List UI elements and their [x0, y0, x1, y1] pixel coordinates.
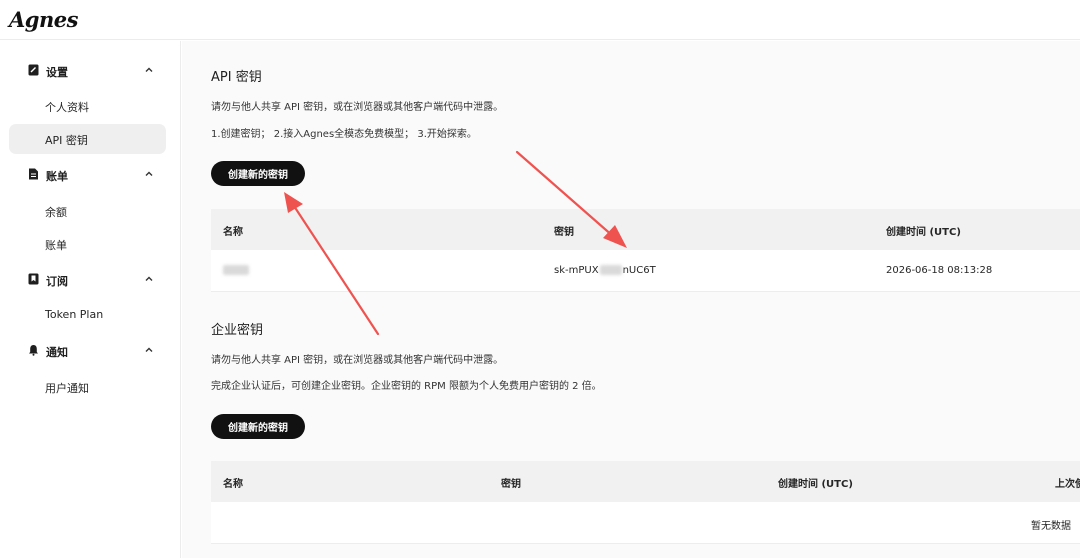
sidebar-group-billing[interactable]: 账单	[0, 165, 181, 185]
api-keys-table-header: 名称 密钥 创建时间 (UTC)	[211, 209, 1080, 250]
sidebar-item-user-notifications[interactable]: 用户通知	[9, 372, 166, 402]
key-prefix: sk-mPUX	[554, 265, 599, 276]
column-header-key: 密钥	[501, 479, 521, 490]
column-header-name: 名称	[223, 479, 243, 490]
api-keys-steps: 1.创建密钥； 2.接入Agnes全模态免费模型； 3.开始探索。	[211, 129, 477, 140]
sidebar-item-label: 个人资料	[45, 101, 89, 114]
sidebar-item-label: 用户通知	[45, 382, 89, 395]
bill-icon	[27, 168, 39, 180]
key-created-cell: 2026-06-18 08:13:28	[886, 265, 993, 276]
key-name-cell	[223, 265, 249, 276]
sidebar-group-label: 订阅	[46, 275, 68, 288]
redacted-key-middle	[599, 265, 622, 275]
sidebar-group-label: 账单	[46, 170, 68, 183]
api-keys-warning: 请勿与他人共享 API 密钥，或在浏览器或其他客户端代码中泄露。	[211, 102, 504, 113]
enterprise-keys-warning: 请勿与他人共享 API 密钥，或在浏览器或其他客户端代码中泄露。	[211, 355, 504, 366]
sidebar: 设置 个人资料 API 密钥 账单 余额 账单 订阅 Token Plan 通知…	[0, 41, 181, 558]
create-enterprise-key-button[interactable]: 创建新的密钥	[211, 414, 305, 439]
column-header-name: 名称	[223, 227, 243, 238]
empty-state-text: 暂无数据	[1031, 521, 1071, 532]
create-api-key-button[interactable]: 创建新的密钥	[211, 161, 305, 186]
sidebar-item-balance[interactable]: 余额	[9, 196, 166, 226]
key-value-cell: sk-mPUX nUC6T	[554, 265, 656, 276]
enterprise-keys-title: 企业密钥	[211, 323, 264, 338]
sidebar-item-token-plan[interactable]: Token Plan	[9, 300, 166, 330]
table-row[interactable]: sk-mPUX nUC6T 2026-06-18 08:13:28	[211, 250, 1080, 292]
enterprise-keys-table-header: 名称 密钥 创建时间 (UTC) 上次使	[211, 461, 1080, 502]
redacted-name	[223, 265, 249, 275]
sidebar-item-label: API 密钥	[45, 134, 88, 147]
sidebar-item-api-keys[interactable]: API 密钥	[9, 124, 166, 154]
bell-icon	[27, 344, 39, 356]
settings-doc-icon	[27, 64, 39, 76]
sidebar-item-label: 账单	[45, 239, 67, 252]
sidebar-item-bills[interactable]: 账单	[9, 229, 166, 259]
column-header-key: 密钥	[554, 227, 574, 238]
enterprise-keys-info: 完成企业认证后，可创建企业密钥。企业密钥的 RPM 限额为个人免费用户密钥的 2…	[211, 381, 602, 392]
column-header-last-used: 上次使	[1055, 479, 1080, 490]
key-suffix: nUC6T	[622, 265, 656, 276]
api-keys-title: API 密钥	[211, 70, 262, 85]
top-bar: Agnes	[0, 0, 1080, 40]
column-header-created: 创建时间 (UTC)	[778, 479, 853, 490]
bookmark-icon	[27, 273, 39, 285]
main-content: API 密钥 请勿与他人共享 API 密钥，或在浏览器或其他客户端代码中泄露。 …	[182, 41, 1080, 558]
chevron-up-icon[interactable]	[143, 168, 155, 180]
sidebar-group-settings[interactable]: 设置	[0, 61, 181, 81]
chevron-up-icon[interactable]	[143, 344, 155, 356]
sidebar-group-label: 通知	[46, 346, 68, 359]
column-header-created: 创建时间 (UTC)	[886, 227, 961, 238]
sidebar-group-label: 设置	[46, 66, 68, 79]
chevron-up-icon[interactable]	[143, 64, 155, 76]
sidebar-group-notifications[interactable]: 通知	[0, 341, 181, 361]
sidebar-item-label: Token Plan	[45, 308, 104, 321]
agnes-logo[interactable]: Agnes	[9, 7, 78, 32]
sidebar-group-subscription[interactable]: 订阅	[0, 270, 181, 290]
empty-table-row: 暂无数据	[211, 502, 1080, 544]
sidebar-item-profile[interactable]: 个人资料	[9, 91, 166, 121]
sidebar-item-label: 余额	[45, 206, 67, 219]
chevron-up-icon[interactable]	[143, 273, 155, 285]
